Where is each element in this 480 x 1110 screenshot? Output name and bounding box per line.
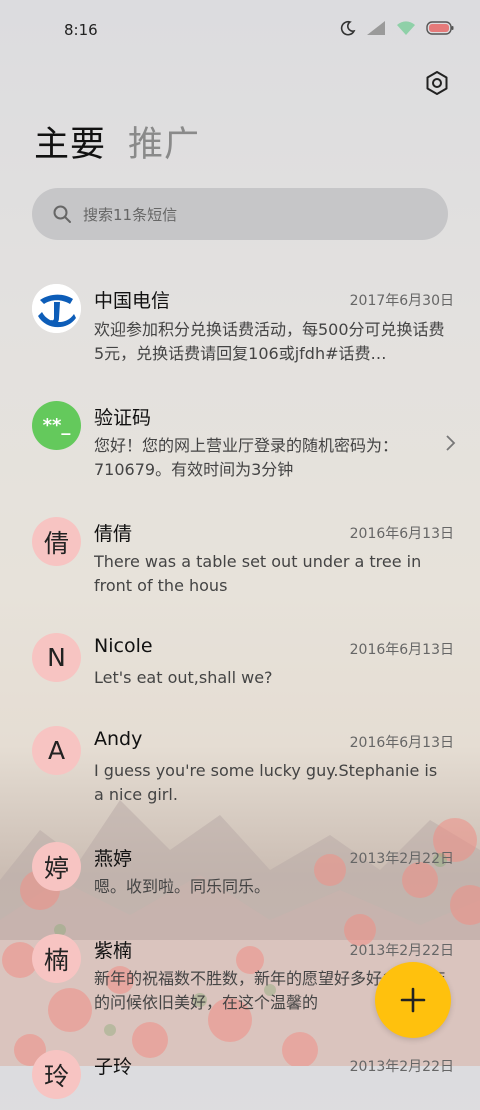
avatar: 婷	[32, 842, 81, 891]
message-date: 2016年6月13日	[349, 642, 454, 658]
contact-name: Andy	[94, 728, 143, 750]
conversation-item[interactable]: **_ 验证码 您好！您的网上营业厅登录的随机密码为：710679。有效时间为3…	[0, 401, 480, 501]
status-bar: 8:16	[0, 0, 480, 62]
tab-primary[interactable]: 主要	[34, 124, 106, 166]
search-input[interactable]: 搜索11条短信	[32, 188, 448, 240]
search-icon	[53, 205, 71, 223]
message-tabs: 主要 推广	[34, 124, 200, 166]
message-date: 2016年6月13日	[349, 526, 454, 542]
message-preview: I guess you're some lucky guy.Stephanie …	[94, 761, 438, 804]
avatar: 玲	[32, 1050, 81, 1099]
china-telecom-logo	[32, 284, 81, 333]
contact-name: 倩倩	[94, 523, 133, 545]
search-placeholder: 搜索11条短信	[83, 206, 178, 224]
contact-name: 验证码	[94, 407, 152, 429]
avatar: **_	[32, 401, 81, 450]
contact-name: 紫楠	[94, 940, 133, 962]
moon-icon	[340, 20, 356, 36]
conversation-item[interactable]: 中国电信 2017年6月30日 欢迎参加积分兑换话费活动，每500分可兑换话费5…	[0, 284, 480, 384]
conversation-item[interactable]: 婷 燕婷 2013年2月22日 嗯。收到啦。同乐同乐。	[0, 842, 480, 922]
message-preview: 欢迎参加积分兑换话费活动，每500分可兑换话费5元，兑换话费请回复106或jfd…	[94, 320, 445, 363]
status-time: 8:16	[64, 21, 98, 39]
plus-icon	[400, 987, 426, 1013]
message-preview: 嗯。收到啦。同乐同乐。	[94, 877, 271, 896]
conversation-item[interactable]: N Nicole 2016年6月13日 Let's eat out,shall …	[0, 633, 480, 713]
avatar: 楠	[32, 934, 81, 983]
cellular-signal-icon	[367, 21, 385, 35]
avatar: 倩	[32, 517, 81, 566]
message-date: 2016年6月13日	[349, 735, 454, 751]
contact-name: Nicole	[94, 635, 153, 657]
settings-icon[interactable]	[424, 70, 450, 96]
chevron-right-icon[interactable]	[444, 434, 456, 452]
wifi-icon	[397, 21, 415, 35]
conversation-item[interactable]: 倩 倩倩 2016年6月13日 There was a table set ou…	[0, 517, 480, 617]
message-date: 2013年2月22日	[349, 1059, 454, 1075]
message-preview: 您好！您的网上营业厅登录的随机密码为：710679。有效时间为3分钟	[94, 436, 399, 479]
battery-icon	[426, 21, 454, 35]
contact-name: 中国电信	[94, 290, 171, 312]
compose-button[interactable]	[375, 962, 451, 1038]
message-date: 2013年2月22日	[349, 943, 454, 959]
message-preview: Let's eat out,shall we?	[94, 668, 273, 687]
conversation-item[interactable]: 玲 子玲 2013年2月22日	[0, 1050, 480, 1110]
avatar: N	[32, 633, 81, 682]
conversation-item[interactable]: A Andy 2016年6月13日 I guess you're some lu…	[0, 726, 480, 826]
message-preview: There was a table set out under a tree i…	[94, 552, 422, 595]
message-date: 2017年6月30日	[349, 293, 454, 309]
message-date: 2013年2月22日	[349, 851, 454, 867]
contact-name: 燕婷	[94, 848, 133, 870]
tab-promotions[interactable]: 推广	[128, 124, 200, 166]
status-icons	[340, 20, 454, 36]
avatar: A	[32, 726, 81, 775]
